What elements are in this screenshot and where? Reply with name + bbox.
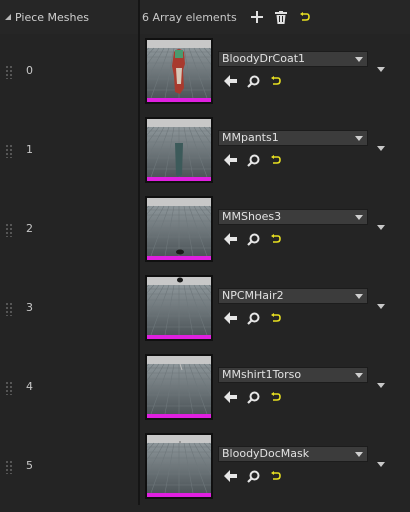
- mesh-asset-name: MMpants1: [222, 131, 279, 144]
- mesh-asset-picker[interactable]: MMShoes3: [218, 209, 368, 225]
- reset-arrow-icon[interactable]: [268, 73, 284, 89]
- mesh-preview-icon: [147, 40, 211, 102]
- asset-tools: [222, 389, 291, 405]
- array-controls: 6 Array elements: [142, 0, 410, 34]
- use-selected-arrow-icon[interactable]: [222, 389, 238, 405]
- use-selected-arrow-icon[interactable]: [222, 73, 238, 89]
- chevron-down-icon: [355, 373, 363, 378]
- plus-icon[interactable]: [249, 9, 265, 25]
- element-index: 4: [26, 380, 33, 393]
- asset-tools: [222, 73, 291, 89]
- mesh-preview-icon: [147, 277, 211, 339]
- element-index-cell: 2: [0, 196, 138, 275]
- mesh-asset-name: MMshirt1Torso: [222, 368, 302, 381]
- element-index-cell: 0: [0, 38, 138, 117]
- mesh-asset-picker[interactable]: BloodyDocMask: [218, 446, 368, 462]
- array-element-row: 1 MMpants1: [0, 117, 410, 196]
- asset-tools: [222, 310, 291, 326]
- mesh-asset-name: NPCMHair2: [222, 289, 284, 302]
- property-title: Piece Meshes: [15, 10, 89, 24]
- asset-tools: [222, 468, 291, 484]
- reset-arrow-icon[interactable]: [297, 9, 313, 25]
- drag-handle-icon[interactable]: [5, 460, 13, 474]
- mesh-thumbnail[interactable]: [145, 433, 213, 499]
- chevron-down-icon: [355, 215, 363, 220]
- use-selected-arrow-icon[interactable]: [222, 468, 238, 484]
- array-header: Piece Meshes 6 Array elements: [0, 0, 410, 34]
- chevron-down-icon: [355, 294, 363, 299]
- array-element-row: 4 MMshirt1Torso: [0, 354, 410, 433]
- element-index-cell: 3: [0, 275, 138, 354]
- reset-arrow-icon[interactable]: [268, 152, 284, 168]
- mesh-preview-icon: [147, 198, 211, 260]
- element-menu-chevron-icon[interactable]: [377, 146, 385, 151]
- mesh-asset-picker[interactable]: BloodyDrCoat1: [218, 51, 368, 67]
- element-index: 2: [26, 222, 33, 235]
- element-index: 3: [26, 301, 33, 314]
- element-index-cell: 1: [0, 117, 138, 196]
- chevron-down-icon: [355, 57, 363, 62]
- drag-handle-icon[interactable]: [5, 302, 13, 316]
- element-menu-chevron-icon[interactable]: [377, 383, 385, 388]
- reset-arrow-icon[interactable]: [268, 310, 284, 326]
- drag-handle-icon[interactable]: [5, 223, 13, 237]
- reset-arrow-icon[interactable]: [268, 468, 284, 484]
- drag-handle-icon[interactable]: [5, 381, 13, 395]
- mesh-asset-name: BloodyDocMask: [222, 447, 310, 460]
- asset-tools: [222, 231, 291, 247]
- chevron-down-icon: [355, 452, 363, 457]
- reset-arrow-icon[interactable]: [268, 389, 284, 405]
- browse-search-icon[interactable]: [245, 389, 261, 405]
- array-element-row: 2 MMShoes3: [0, 196, 410, 275]
- reset-arrow-icon[interactable]: [268, 231, 284, 247]
- drag-handle-icon[interactable]: [5, 65, 13, 79]
- element-menu-chevron-icon[interactable]: [377, 67, 385, 72]
- browse-search-icon[interactable]: [245, 310, 261, 326]
- mesh-preview-icon: [147, 435, 211, 497]
- mesh-thumbnail[interactable]: [145, 117, 213, 183]
- element-index: 1: [26, 143, 33, 156]
- mesh-preview-icon: [147, 119, 211, 181]
- mesh-asset-name: MMShoes3: [222, 210, 282, 223]
- use-selected-arrow-icon[interactable]: [222, 310, 238, 326]
- browse-search-icon[interactable]: [245, 231, 261, 247]
- array-element-row: 5 BloodyDocMask: [0, 433, 410, 512]
- mesh-preview-icon: [147, 356, 211, 418]
- array-element-row: 3 NPCMHair2: [0, 275, 410, 354]
- mesh-asset-picker[interactable]: NPCMHair2: [218, 288, 368, 304]
- mesh-thumbnail[interactable]: [145, 275, 213, 341]
- collapse-arrow-icon[interactable]: [5, 14, 11, 20]
- mesh-asset-name: BloodyDrCoat1: [222, 52, 306, 65]
- mesh-thumbnail[interactable]: [145, 354, 213, 420]
- use-selected-arrow-icon[interactable]: [222, 152, 238, 168]
- chevron-down-icon: [355, 136, 363, 141]
- element-menu-chevron-icon[interactable]: [377, 225, 385, 230]
- browse-search-icon[interactable]: [245, 152, 261, 168]
- browse-search-icon[interactable]: [245, 468, 261, 484]
- browse-search-icon[interactable]: [245, 73, 261, 89]
- element-index-cell: 4: [0, 354, 138, 433]
- array-element-row: 0 BloodyDrCoat1: [0, 38, 410, 117]
- drag-handle-icon[interactable]: [5, 144, 13, 158]
- use-selected-arrow-icon[interactable]: [222, 231, 238, 247]
- mesh-asset-picker[interactable]: MMpants1: [218, 130, 368, 146]
- mesh-asset-picker[interactable]: MMshirt1Torso: [218, 367, 368, 383]
- mesh-thumbnail[interactable]: [145, 196, 213, 262]
- element-menu-chevron-icon[interactable]: [377, 462, 385, 467]
- element-index: 0: [26, 64, 33, 77]
- property-name-cell[interactable]: Piece Meshes: [0, 0, 138, 34]
- trash-icon[interactable]: [273, 9, 289, 25]
- element-index: 5: [26, 459, 33, 472]
- element-index-cell: 5: [0, 433, 138, 512]
- element-menu-chevron-icon[interactable]: [377, 304, 385, 309]
- array-count: 6 Array elements: [142, 10, 237, 24]
- mesh-thumbnail[interactable]: [145, 38, 213, 104]
- asset-tools: [222, 152, 291, 168]
